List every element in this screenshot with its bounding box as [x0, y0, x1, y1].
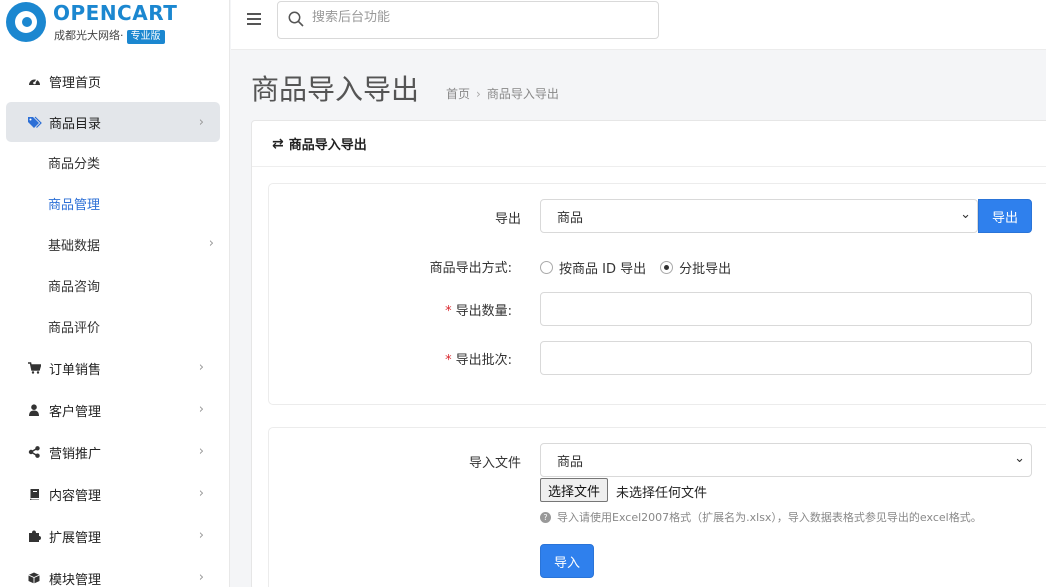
brand-subtitle-text: 成都光大网络·	[54, 29, 124, 42]
sidebar-item-marketing[interactable]: 营销推广 ›	[0, 431, 229, 473]
chevron-down-icon: ⌄	[960, 207, 971, 222]
panel-header: ⇄ 商品导入导出	[252, 121, 1046, 167]
share-icon	[26, 446, 42, 458]
sidebar-subitem-label: 商品咨询	[48, 280, 101, 295]
file-status: 未选择任何文件	[616, 486, 708, 501]
user-icon	[26, 404, 42, 416]
sidebar-item-label: 内容管理	[49, 488, 102, 504]
chevron-right-icon: ›	[198, 115, 204, 130]
export-method-label: 商品导出方式:	[429, 261, 512, 276]
cart-icon	[26, 362, 42, 374]
book-icon	[26, 488, 42, 500]
sidebar-subitem-label: 商品分类	[48, 157, 101, 172]
sidebar-subitem-reviews[interactable]: 商品评价	[0, 306, 229, 347]
logo[interactable]: OPENCART 成都光大网络· 专业版	[0, 0, 229, 50]
sidebar-item-content[interactable]: 内容管理 ›	[0, 473, 229, 515]
export-batch-label-row: * 导出批次:	[272, 349, 512, 368]
export-button[interactable]: 导出	[978, 199, 1032, 233]
page-title: 商品导入导出	[251, 73, 420, 106]
breadcrumb-home[interactable]: 首页	[446, 87, 470, 101]
export-by-id-label[interactable]: 按商品 ID 导出	[559, 258, 646, 277]
export-quantity-label-text: 导出数量:	[455, 304, 512, 319]
cube-icon	[26, 572, 42, 584]
search-icon	[288, 11, 304, 27]
chevron-right-icon: ›	[198, 486, 204, 501]
required-marker: *	[445, 353, 452, 368]
opencart-logo-icon	[6, 2, 46, 42]
sidebar-item-label: 扩展管理	[49, 530, 102, 546]
chevron-right-icon: ›	[198, 444, 204, 459]
edition-badge: 专业版	[126, 30, 165, 44]
import-button[interactable]: 导入	[540, 544, 594, 578]
sidebar-item-extensions[interactable]: 扩展管理 ›	[0, 515, 229, 557]
panel-title: 商品导入导出	[288, 138, 367, 153]
import-help-text: 导入请使用Excel2007格式（扩展名为.xlsx），导入数据表格式参见导出的…	[557, 511, 982, 524]
import-type-value: 商品	[557, 454, 584, 470]
sidebar-subitem-label: 商品管理	[48, 198, 101, 213]
import-section: 导入文件 商品 ⌄ 选择文件 未选择任何文件 ? 导入请使用Excel2007格…	[268, 427, 1046, 587]
menu-toggle-icon[interactable]	[247, 13, 261, 27]
export-quantity-label: * 导出数量:	[272, 300, 512, 319]
export-quantity-input[interactable]	[540, 292, 1032, 326]
import-help: ? 导入请使用Excel2007格式（扩展名为.xlsx），导入数据表格式参见导…	[540, 509, 982, 525]
sidebar-subitem-label: 商品评价	[48, 321, 101, 336]
sidebar-item-modules[interactable]: 模块管理 ›	[0, 557, 229, 587]
sidebar-item-catalog[interactable]: 商品目录 ›	[6, 102, 220, 142]
brand-subtitle: 成都光大网络· 专业版	[54, 27, 165, 44]
import-file-label: 导入文件	[468, 456, 521, 471]
export-by-id-radio[interactable]	[540, 261, 553, 274]
import-export-panel: ⇄ 商品导入导出 导出 商品 ⌄ 导出 商品导出方式: 按商品 ID 导出 分批…	[251, 120, 1046, 587]
sidebar-item-label: 订单销售	[49, 362, 102, 378]
top-bar	[231, 0, 1046, 50]
sidebar-subitem-basic-data[interactable]: 基础数据 ›	[0, 224, 229, 265]
tags-icon	[26, 116, 42, 128]
search-input[interactable]	[312, 10, 642, 25]
sidebar-item-label: 客户管理	[49, 404, 102, 420]
sidebar-menu: 管理首页 商品目录 › 商品分类 商品管理 基础数据 › 商品咨询 商品评价 订…	[0, 60, 229, 587]
dashboard-icon	[26, 75, 42, 87]
sidebar-item-label: 商品目录	[49, 116, 102, 132]
export-type-select[interactable]: 商品 ⌄	[540, 199, 978, 233]
breadcrumb-current[interactable]: 商品导入导出	[487, 87, 559, 101]
export-batch-radio[interactable]	[660, 261, 674, 274]
search-box	[277, 1, 659, 39]
required-marker: *	[445, 304, 452, 319]
sidebar-item-orders[interactable]: 订单销售 ›	[0, 347, 229, 389]
export-section: 导出 商品 ⌄ 导出 商品导出方式: 按商品 ID 导出 分批导出 * 导出数量:…	[268, 183, 1046, 405]
exchange-icon: ⇄	[272, 135, 284, 152]
sidebar: OPENCART 成都光大网络· 专业版 管理首页 商品目录 › 商品分类 商品管…	[0, 0, 230, 587]
export-batch-input[interactable]	[540, 341, 1032, 375]
chevron-down-icon: ⌄	[1014, 451, 1025, 466]
brand-name: OPENCART	[53, 1, 178, 25]
sidebar-subitem-products[interactable]: 商品管理	[0, 183, 229, 224]
sidebar-item-dashboard[interactable]: 管理首页	[0, 60, 229, 102]
puzzle-icon	[26, 530, 42, 542]
import-type-select[interactable]: 商品 ⌄	[540, 443, 1032, 477]
export-label: 导出	[494, 212, 521, 227]
export-method-group: 按商品 ID 导出 分批导出	[540, 258, 731, 277]
sidebar-item-label: 模块管理	[49, 572, 102, 587]
sidebar-subitem-label: 基础数据	[48, 239, 101, 254]
chevron-right-icon: ›	[198, 360, 204, 375]
breadcrumb-separator: ›	[476, 87, 481, 101]
chevron-right-icon: ›	[198, 570, 204, 585]
chevron-right-icon: ›	[198, 402, 204, 417]
question-icon: ?	[540, 511, 551, 523]
export-type-value: 商品	[557, 210, 584, 226]
sidebar-item-label: 管理首页	[49, 75, 102, 91]
export-batch-label[interactable]: 分批导出	[679, 258, 731, 277]
export-batch-label-text: 导出批次:	[455, 353, 512, 368]
sidebar-subitem-category[interactable]: 商品分类	[0, 142, 229, 183]
sidebar-subitem-inquiries[interactable]: 商品咨询	[0, 265, 229, 306]
breadcrumb: 首页 › 商品导入导出	[446, 85, 559, 102]
choose-file-button[interactable]: 选择文件	[540, 478, 609, 502]
sidebar-item-customers[interactable]: 客户管理 ›	[0, 389, 229, 431]
chevron-right-icon: ›	[208, 236, 214, 251]
sidebar-item-label: 营销推广	[49, 446, 102, 462]
chevron-right-icon: ›	[198, 528, 204, 543]
